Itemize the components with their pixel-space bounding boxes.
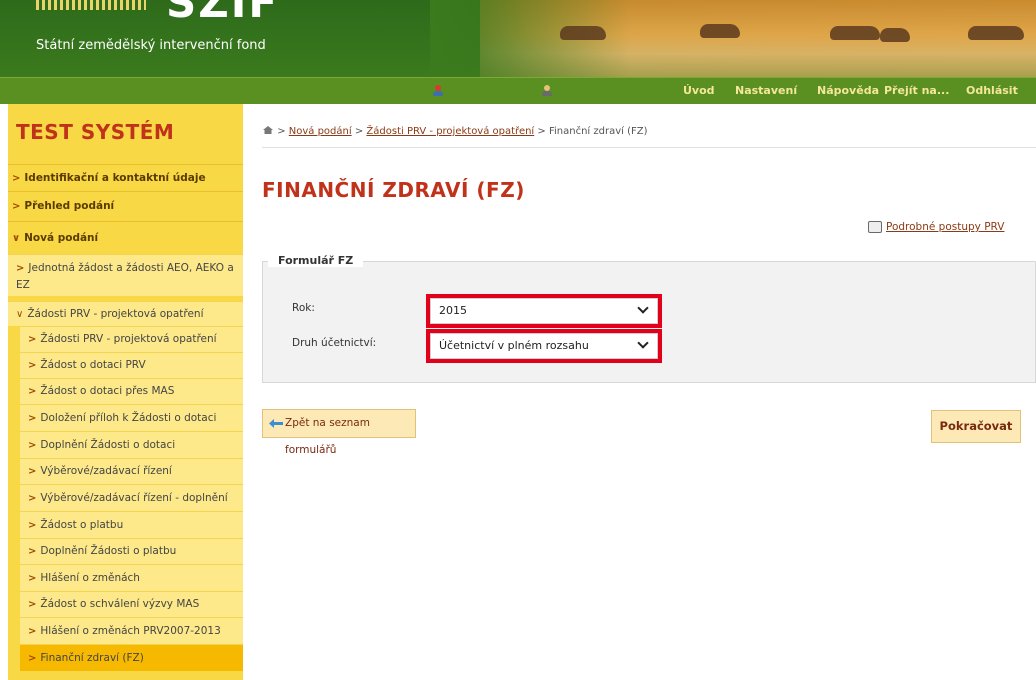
sidebar-link[interactable]: > Doplnění Žádosti o platbu xyxy=(20,538,243,564)
chevron-right-icon: > xyxy=(28,573,37,584)
cow-silhouette xyxy=(560,26,606,40)
chevron-right-icon: > xyxy=(28,493,37,504)
sidebar: TEST SYSTÉM > Identifikační a kontaktní ú… xyxy=(8,104,243,680)
sidebar-subitem-jednotna[interactable]: > Jednotná žádost a žádosti AEO, AEKO a E… xyxy=(8,254,243,296)
logo-stripes xyxy=(36,0,146,10)
sidebar-title: TEST SYSTÉM xyxy=(16,120,175,144)
chevron-right-icon: > xyxy=(16,263,25,274)
chevron-right-icon: > xyxy=(28,546,37,557)
nav-prejit-na[interactable]: Přejít na... xyxy=(884,78,949,105)
chevron-down-icon: ∨ xyxy=(16,309,24,320)
sidebar-item-nova-podani[interactable]: ∨ Nová podání xyxy=(8,221,243,254)
page-title: FINANČNÍ ZDRAVÍ (FZ) xyxy=(262,178,525,202)
cow-silhouette xyxy=(968,26,1024,40)
accounting-label: Druh účetnictví: xyxy=(292,337,377,349)
sidebar-link[interactable]: > Doložení příloh k Žádosti o dotaci xyxy=(20,404,243,431)
chevron-right-icon: > xyxy=(12,173,21,184)
continue-button[interactable]: Pokračovat xyxy=(931,410,1021,443)
highlight-box xyxy=(426,329,662,363)
breadcrumb-link-prv[interactable]: Žádosti PRV - projektová opatření xyxy=(366,126,534,137)
nav-uvod[interactable]: Úvod xyxy=(683,78,715,105)
chevron-right-icon: > xyxy=(28,520,37,531)
cow-silhouette xyxy=(880,28,910,42)
sidebar-link[interactable]: > Žádost o platbu xyxy=(20,511,243,538)
chevron-right-icon: > xyxy=(28,466,37,477)
chevron-right-icon: > xyxy=(28,386,37,397)
document-icon[interactable] xyxy=(868,221,882,233)
sidebar-link[interactable]: > Hlášení o změnách xyxy=(20,564,243,591)
home-icon[interactable] xyxy=(262,125,274,135)
chevron-right-icon: > xyxy=(28,334,37,345)
back-button-label: Zpět na seznam formulářů xyxy=(285,417,370,456)
arrow-left-icon xyxy=(269,419,283,428)
chevron-right-icon: > xyxy=(28,653,37,664)
breadcrumb: > Nová podání > Žádosti PRV - projektová… xyxy=(262,124,648,137)
sidebar-subitem-prv[interactable]: ∨ Žádosti PRV - projektová opatření xyxy=(8,301,243,326)
sidebar-link[interactable]: > Žádost o dotaci PRV xyxy=(20,352,243,378)
chevron-down-icon: ∨ xyxy=(12,233,21,244)
help-link[interactable]: Podrobné postupy PRV xyxy=(886,221,1004,233)
header-banner: SZIF Státní zemědělský intervenční fond xyxy=(0,0,1036,77)
top-nav: Úvod Nastavení Nápověda Přejít na... Odh… xyxy=(0,77,1036,104)
logo[interactable]: SZIF xyxy=(166,0,279,27)
nav-nastaveni[interactable]: Nastavení xyxy=(735,78,797,105)
sidebar-item-prehled[interactable]: > Přehled podání xyxy=(8,191,243,221)
cow-silhouette xyxy=(830,26,880,40)
breadcrumb-current: Finanční zdraví (FZ) xyxy=(548,126,648,137)
chevron-right-icon: > xyxy=(28,599,37,610)
chevron-right-icon: > xyxy=(28,626,37,637)
user-icon[interactable] xyxy=(432,85,444,97)
form-legend: Formulář FZ xyxy=(268,254,364,267)
divider xyxy=(262,147,1036,148)
highlight-box xyxy=(426,294,662,328)
sidebar-item-identifikace[interactable]: > Identifikační a kontaktní údaje xyxy=(8,164,243,191)
breadcrumb-sep: > xyxy=(354,126,364,137)
logo-subtitle: Státní zemědělský intervenční fond xyxy=(36,38,266,53)
sidebar-link[interactable]: > Výběrové/zadávací řízení xyxy=(20,458,243,484)
chevron-right-icon: > xyxy=(28,360,37,371)
nav-napoveda[interactable]: Nápověda xyxy=(817,78,879,105)
chevron-right-icon: > xyxy=(28,440,37,451)
cow-silhouette xyxy=(700,24,740,38)
breadcrumb-sep: > xyxy=(277,126,286,137)
sidebar-link-active[interactable]: > Finanční zdraví (FZ) xyxy=(20,644,243,671)
fieldset-top-gap xyxy=(262,254,1036,261)
back-button[interactable]: Zpět na seznam formulářů xyxy=(262,409,416,456)
sidebar-link[interactable]: > Doplnění Žádosti o dotaci xyxy=(20,431,243,458)
sidebar-link[interactable]: > Žádost o dotaci přes MAS xyxy=(20,378,243,404)
user-icon[interactable] xyxy=(541,85,553,97)
nav-odhlasit[interactable]: Odhlásit xyxy=(966,78,1018,105)
sidebar-link[interactable]: > Výběrové/zadávací řízení - doplnění xyxy=(20,484,243,511)
sidebar-link[interactable]: > Žádosti PRV - projektová opatření xyxy=(20,326,243,352)
sidebar-link[interactable]: > Hlášení o změnách PRV2007-2013 xyxy=(20,617,243,644)
year-label: Rok: xyxy=(292,302,315,314)
divider xyxy=(262,261,1036,262)
breadcrumb-sep: > xyxy=(537,126,546,137)
sidebar-link[interactable]: > Žádost o schválení výzvy MAS xyxy=(20,591,243,617)
chevron-right-icon: > xyxy=(28,413,37,424)
chevron-right-icon: > xyxy=(12,201,21,212)
breadcrumb-link-nova-podani[interactable]: Nová podání xyxy=(289,126,352,137)
